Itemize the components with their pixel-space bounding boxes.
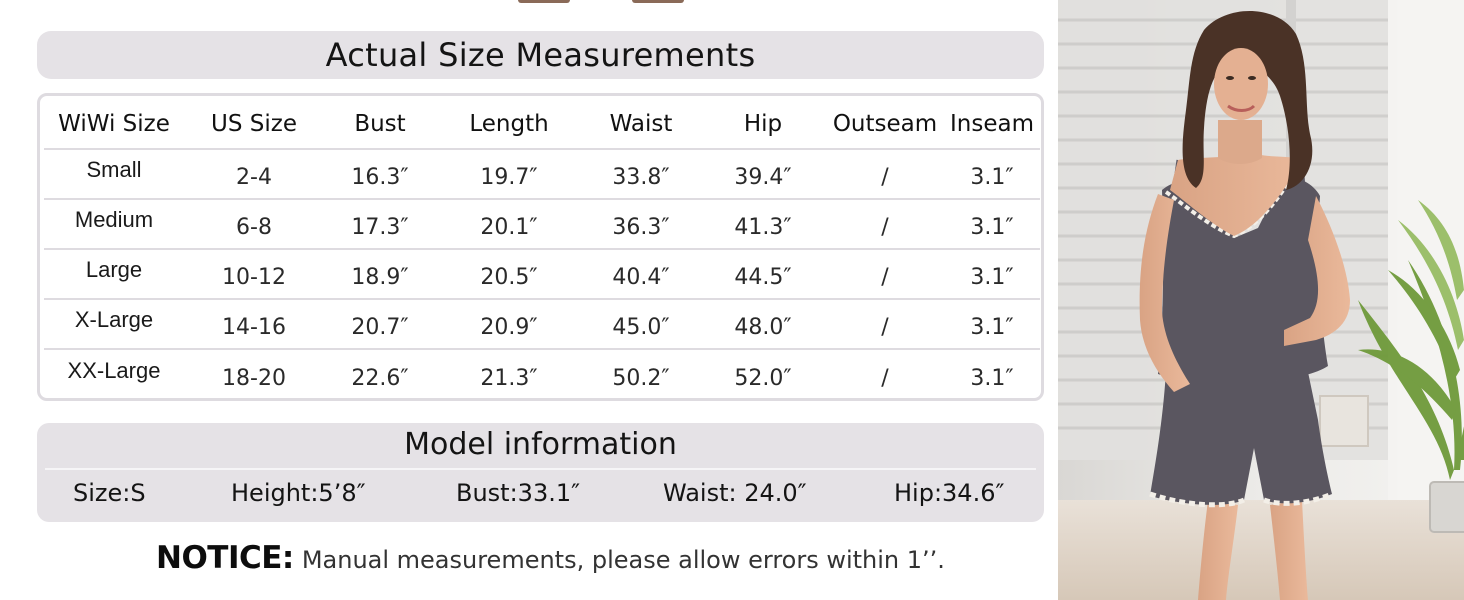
outseam-cell: / <box>881 164 889 190</box>
us-size-cell: 10-12 <box>222 264 286 290</box>
inseam-cell: 3.1″ <box>970 314 1014 340</box>
notice-text: Manual measurements, please allow errors… <box>301 546 945 574</box>
size-name-cell: X-Large <box>74 307 154 332</box>
header-hip: Hip <box>743 110 783 137</box>
us-size-cell: 6-8 <box>236 214 272 240</box>
outseam-cell: / <box>881 214 889 240</box>
size-name-cell: Small <box>86 157 142 182</box>
size-name-cell: XX-Large <box>67 358 161 383</box>
header-outseam: Outseam <box>832 110 938 137</box>
table-row: Medium 6-8 17.3″ 20.1″ 36.3″ 41.3″ / 3.1… <box>44 200 1040 250</box>
bust-cell: 16.3″ <box>351 164 409 190</box>
model-bust: Bust:33.1″ <box>456 479 581 507</box>
model-info-panel: Model information Size:S Height:5’8″ Bus… <box>37 423 1044 522</box>
header-waist: Waist <box>609 110 673 137</box>
inseam-cell: 3.1″ <box>970 365 1014 391</box>
inseam-cell: 3.1″ <box>970 264 1014 290</box>
length-cell: 20.1″ <box>480 214 538 240</box>
divider <box>45 468 1036 470</box>
hip-cell: 44.5″ <box>734 264 792 290</box>
inseam-cell: 3.1″ <box>970 164 1014 190</box>
length-cell: 20.5″ <box>480 264 538 290</box>
inseam-cell: 3.1″ <box>970 214 1014 240</box>
page-title: Actual Size Measurements <box>325 36 756 74</box>
table-row: X-Large 14-16 20.7″ 20.9″ 45.0″ 48.0″ / … <box>44 300 1040 350</box>
waist-cell: 50.2″ <box>612 365 670 391</box>
size-table: WiWi Size US Size Bust Length Waist Hip … <box>37 93 1044 401</box>
size-name-cell: Medium <box>74 207 154 232</box>
table-header-row: WiWi Size US Size Bust Length Waist Hip … <box>44 99 1040 150</box>
model-height: Height:5’8″ <box>231 479 366 507</box>
hip-cell: 39.4″ <box>734 164 792 190</box>
table-row: XX-Large 18-20 22.6″ 21.3″ 50.2″ 52.0″ /… <box>44 350 1040 400</box>
bust-cell: 17.3″ <box>351 214 409 240</box>
header-inseam: Inseam <box>950 110 1034 137</box>
length-cell: 19.7″ <box>480 164 538 190</box>
model-size: Size:S <box>73 479 146 507</box>
outseam-cell: / <box>881 365 889 391</box>
size-name-cell: Large <box>85 257 143 282</box>
length-cell: 21.3″ <box>480 365 538 391</box>
table-row: Large 10-12 18.9″ 20.5″ 40.4″ 44.5″ / 3.… <box>44 250 1040 300</box>
model-hip: Hip:34.6″ <box>894 479 1005 507</box>
model-photo-illustration <box>1058 0 1464 600</box>
size-table-grid: WiWi Size US Size Bust Length Waist Hip … <box>44 99 1040 400</box>
color-swatch-brown <box>518 0 570 3</box>
hip-cell: 48.0″ <box>734 314 792 340</box>
header-wiwi-size: WiWi Size <box>58 110 170 137</box>
header-bust: Bust <box>354 110 406 137</box>
title-banner: Actual Size Measurements <box>37 31 1044 79</box>
length-cell: 20.9″ <box>480 314 538 340</box>
us-size-cell: 2-4 <box>236 164 272 190</box>
notice-line: NOTICE: Manual measurements, please allo… <box>156 540 945 576</box>
bust-cell: 20.7″ <box>351 314 409 340</box>
waist-cell: 45.0″ <box>612 314 670 340</box>
us-size-cell: 14-16 <box>222 314 286 340</box>
color-swatch-brown <box>632 0 684 3</box>
model-stats-row: Size:S Height:5’8″ Bust:33.1″ Waist: 24.… <box>37 479 1044 515</box>
hip-cell: 41.3″ <box>734 214 792 240</box>
model-info-title: Model information <box>404 427 677 462</box>
notice-label: NOTICE: <box>156 540 294 576</box>
waist-cell: 33.8″ <box>612 164 670 190</box>
bust-cell: 18.9″ <box>351 264 409 290</box>
bust-cell: 22.6″ <box>351 365 409 391</box>
table-row: Small 2-4 16.3″ 19.7″ 33.8″ 39.4″ / 3.1″ <box>44 150 1040 200</box>
model-photo <box>1058 0 1464 600</box>
waist-cell: 36.3″ <box>612 214 670 240</box>
outseam-cell: / <box>881 314 889 340</box>
us-size-cell: 18-20 <box>222 365 286 391</box>
header-us-size: US Size <box>211 110 297 137</box>
model-waist: Waist: 24.0″ <box>663 479 807 507</box>
hip-cell: 52.0″ <box>734 365 792 391</box>
header-length: Length <box>469 110 549 137</box>
waist-cell: 40.4″ <box>612 264 670 290</box>
outseam-cell: / <box>881 264 889 290</box>
